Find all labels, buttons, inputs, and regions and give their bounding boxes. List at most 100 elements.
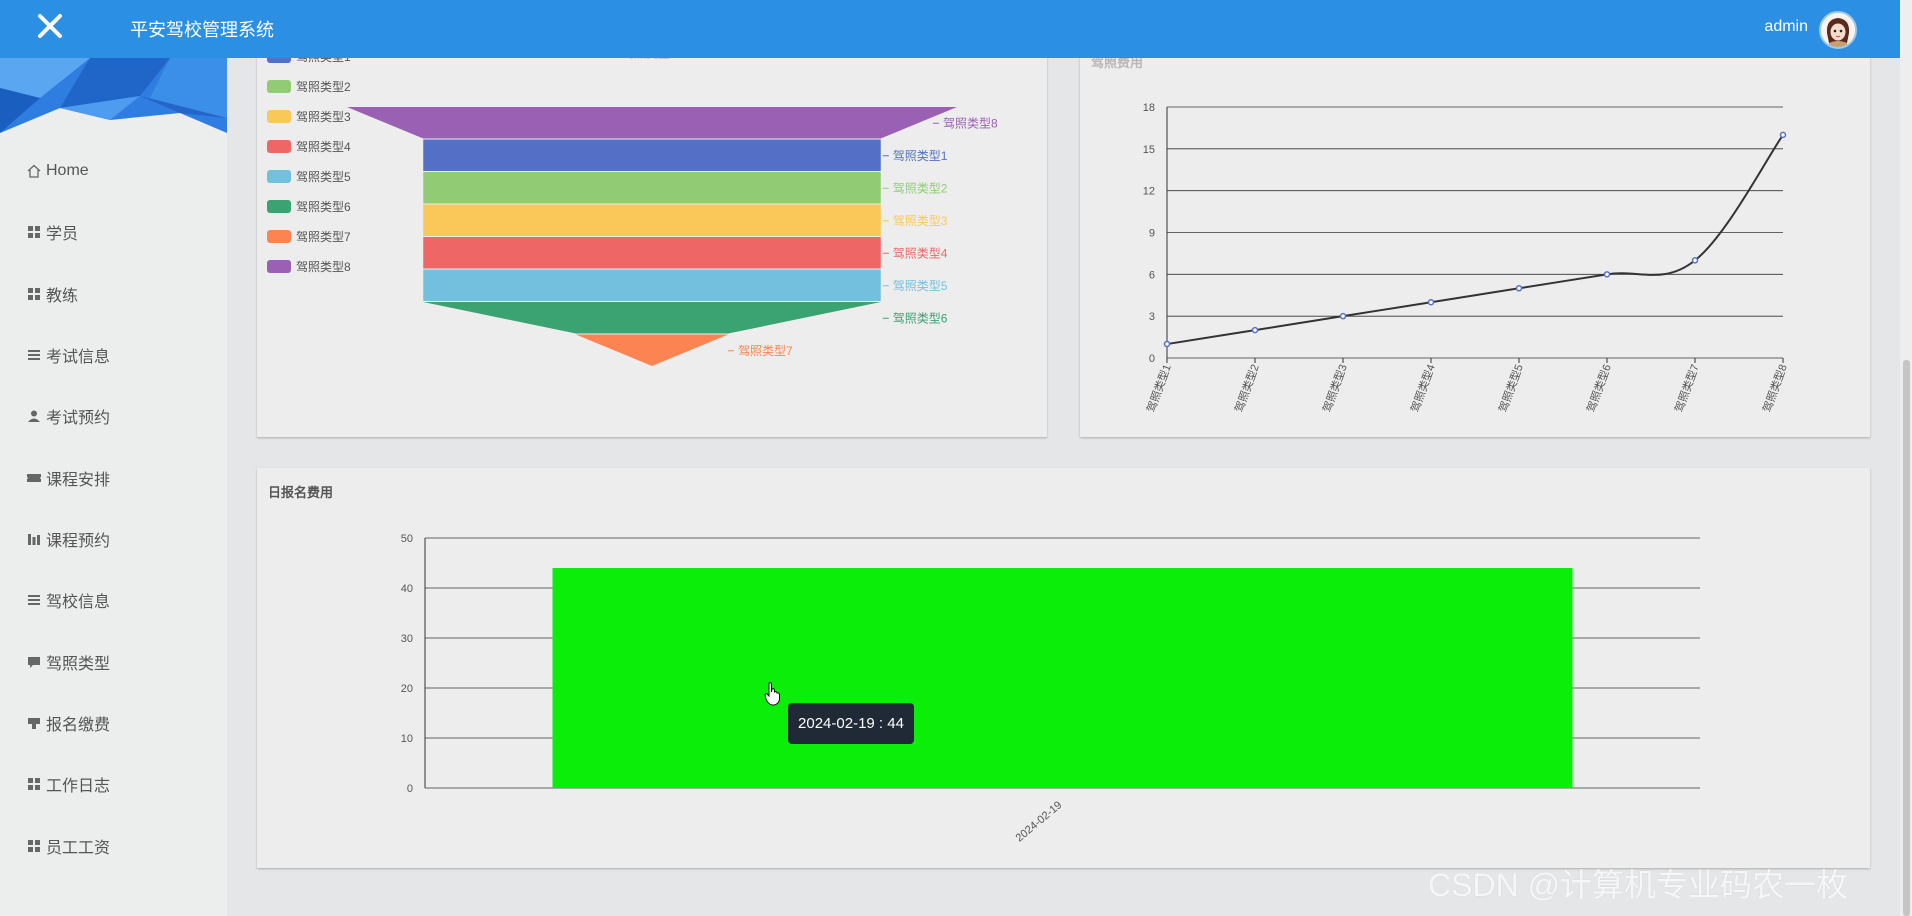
legend-label: 驾照类型4 xyxy=(296,140,351,154)
y-tick-label: 18 xyxy=(1143,102,1155,114)
data-point xyxy=(1691,257,1699,264)
legend-swatch xyxy=(267,260,291,273)
line-chart-panel: 驾照费用 0 3 6 9 12 15 18 驾照类型1 驾照类型2 驾照类型3 驾照类型4 驾照类型5… xyxy=(1080,30,1870,437)
funnel-label: 驾照类型4 xyxy=(893,246,948,260)
data-point xyxy=(1515,285,1523,292)
y-tick-label: 20 xyxy=(401,683,413,695)
chart-icon xyxy=(25,530,43,548)
page-scrollbar[interactable] xyxy=(1900,0,1912,916)
sidebar-item-label: 驾照类型 xyxy=(46,656,111,673)
funnel-segment xyxy=(347,107,957,139)
legend-swatch xyxy=(267,110,291,123)
list-icon xyxy=(25,346,43,364)
ticket-icon xyxy=(25,469,43,487)
app-title: 平安驾校管理系统 xyxy=(130,20,274,40)
bar-chart-title: 日报名费用 xyxy=(268,485,334,500)
y-tick-label: 15 xyxy=(1143,144,1155,156)
y-tick-label: 0 xyxy=(407,783,413,795)
chart-tooltip: 2024-02-19 : 44 xyxy=(788,703,914,744)
sidebar-item-label: 员工工资 xyxy=(46,840,111,857)
data-point xyxy=(1779,131,1787,139)
legend-swatch xyxy=(267,200,291,213)
user-name[interactable]: admin xyxy=(1764,18,1808,36)
y-tick-label: 40 xyxy=(401,583,413,595)
sidebar-item-students[interactable]: 学员 xyxy=(25,220,78,244)
x-tick-label: 驾照类型7 xyxy=(1672,362,1702,414)
x-tick-label: 驾照类型6 xyxy=(1584,362,1614,414)
sidebar-item-home[interactable]: Home xyxy=(25,159,89,183)
funnel-chart-panel: 驾照类型驾照类型1驾照类型2驾照类型3驾照类型4驾照类型5驾照类型6驾照类型7驾… xyxy=(257,30,1047,437)
pointer-cursor-icon xyxy=(764,682,780,706)
bar-chart: 0 10 20 30 40 50 2024-02-19 xyxy=(401,533,1700,844)
y-tick-label: 3 xyxy=(1149,311,1155,323)
x-tick-label: 2024-02-19 xyxy=(1014,799,1065,844)
funnel-segment xyxy=(423,302,881,334)
sidebar-item-payment[interactable]: 报名缴费 xyxy=(25,711,110,735)
sidebar-item-exam-booking[interactable]: 考试预约 xyxy=(25,404,110,428)
sidebar-item-label: 课程预约 xyxy=(46,533,111,550)
y-tick-label: 50 xyxy=(401,533,413,545)
data-point xyxy=(1163,340,1171,348)
sidebar-item-label: 考试信息 xyxy=(46,349,111,366)
y-tick-label: 6 xyxy=(1149,269,1155,281)
sidebar-item-exam-info[interactable]: 考试信息 xyxy=(25,343,110,367)
y-tick-label: 10 xyxy=(401,733,413,745)
funnel-label: 驾照类型2 xyxy=(893,181,948,195)
y-tick-label: 30 xyxy=(401,633,413,645)
sidebar-item-course-schedule[interactable]: 课程安排 xyxy=(25,466,110,490)
x-tick-label: 驾照类型5 xyxy=(1496,362,1526,414)
funnel-segment xyxy=(423,269,881,301)
comment-icon xyxy=(25,653,43,671)
pay-icon xyxy=(25,714,43,732)
grid-icon xyxy=(25,285,43,303)
home-icon xyxy=(25,162,43,180)
funnel-segment xyxy=(423,139,881,171)
sidebar-item-work-log[interactable]: 工作日志 xyxy=(25,772,110,796)
line-series xyxy=(1166,134,1784,346)
funnel-label: 驾照类型8 xyxy=(943,116,998,130)
x-tick-label: 驾照类型8 xyxy=(1760,362,1790,414)
grid-icon xyxy=(25,775,43,793)
funnel-label: 驾照类型7 xyxy=(738,344,793,358)
line-chart: 0 3 6 9 12 15 18 驾照类型1 驾照类型2 驾照类型3 驾照类型4 驾照类型5 驾照类型6… xyxy=(1143,102,1790,414)
close-button[interactable] xyxy=(0,0,100,52)
sidebar: Home 学员 教练 考试信息 考试预约 课程安排 课程预约 驾校信息 驾照类型… xyxy=(0,58,227,916)
funnel-segment xyxy=(423,204,881,236)
sidebar-item-label: 考试预约 xyxy=(46,410,111,427)
avatar-icon[interactable] xyxy=(1819,11,1857,49)
sidebar-item-license-types[interactable]: 驾照类型 xyxy=(25,650,110,674)
legend-swatch xyxy=(267,170,291,183)
funnel-label: 驾照类型3 xyxy=(893,214,948,228)
sidebar-item-label: 报名缴费 xyxy=(46,717,111,734)
sidebar-item-label: 驾校信息 xyxy=(46,594,111,611)
funnel-label: 驾照类型1 xyxy=(893,149,948,163)
y-tick-label: 12 xyxy=(1143,186,1155,198)
sidebar-item-course-booking[interactable]: 课程预约 xyxy=(25,527,110,551)
x-tick-label: 驾照类型2 xyxy=(1232,362,1262,414)
legend-swatch xyxy=(267,140,291,153)
legend-swatch xyxy=(267,80,291,93)
bar-chart-panel: 日报名费用 0 10 20 30 40 50 2024-02-19 xyxy=(257,468,1870,868)
funnel-segment xyxy=(423,237,881,269)
legend-label: 驾照类型8 xyxy=(296,260,351,274)
y-tick-label: 0 xyxy=(1149,353,1155,365)
legend-label: 驾照类型2 xyxy=(296,80,351,94)
sidebar-item-school-info[interactable]: 驾校信息 xyxy=(25,588,110,612)
list-icon xyxy=(25,591,43,609)
sidebar-item-label: 教练 xyxy=(46,288,79,305)
data-point xyxy=(1603,271,1611,278)
grid-icon xyxy=(25,837,43,855)
sidebar-item-salary[interactable]: 员工工资 xyxy=(25,834,110,858)
x-tick-label: 驾照类型1 xyxy=(1144,362,1174,414)
legend-label: 驾照类型5 xyxy=(296,170,351,184)
funnel-label: 驾照类型5 xyxy=(893,279,948,293)
top-navbar: 平安驾校管理系统 admin xyxy=(0,0,1900,58)
sidebar-item-coaches[interactable]: 教练 xyxy=(25,282,78,306)
data-point xyxy=(1427,298,1435,306)
watermark: CSDN @计算机专业码农一枚 xyxy=(1428,867,1849,903)
scrollbar-thumb[interactable] xyxy=(1903,360,1910,916)
legend-label: 驾照类型3 xyxy=(296,110,351,124)
sidebar-item-label: 课程安排 xyxy=(46,472,111,489)
data-point xyxy=(1339,312,1347,320)
x-tick-label: 驾照类型3 xyxy=(1320,362,1350,414)
